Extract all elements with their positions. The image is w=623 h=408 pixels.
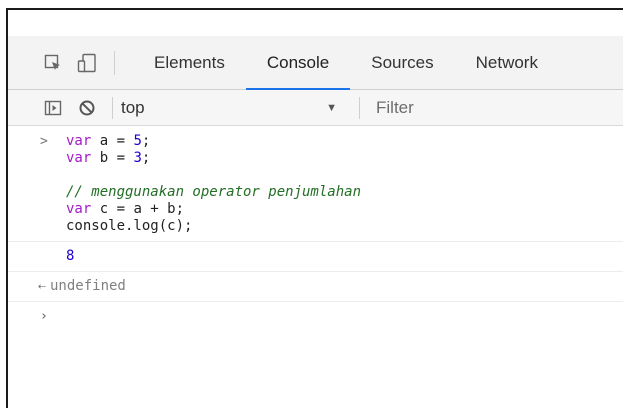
active-prompt-icon: ›	[40, 309, 48, 324]
tab-elements[interactable]: Elements	[133, 36, 246, 89]
code-token: a =	[91, 133, 134, 149]
tab-network-label: Network	[475, 52, 538, 72]
devtools-tab-bar: Elements Console Sources Network	[8, 36, 623, 90]
tab-network[interactable]: Network	[455, 36, 559, 89]
context-select-value: top	[121, 97, 145, 117]
number-token: 3	[133, 150, 142, 166]
show-sidebar-icon[interactable]	[36, 90, 70, 126]
code-token: b =	[91, 150, 134, 166]
code-token: ;	[141, 150, 151, 166]
filter-input[interactable]	[368, 96, 558, 119]
console-return-message: ⇠ undefined	[8, 272, 623, 302]
inspect-element-icon[interactable]	[36, 36, 70, 89]
device-toolbar-icon[interactable]	[70, 36, 104, 89]
return-arrow-icon: ⇠	[38, 279, 46, 294]
log-output-value: 8	[66, 248, 75, 264]
tab-console-label: Console	[266, 52, 330, 72]
devtools-window: Elements Console Sources Network top ▼ F…	[6, 8, 623, 408]
console-output: > var a = 5; var b = 3; // menggunakan o…	[8, 127, 623, 331]
code-token: console.log(c);	[66, 218, 193, 234]
number-token: 5	[133, 133, 142, 149]
tab-sources-label: Sources	[371, 52, 434, 72]
code-line-1: var a = 5;	[66, 133, 623, 150]
code-token: ;	[141, 133, 151, 149]
tab-elements-label: Elements	[154, 52, 225, 72]
toolbar-divider-2	[359, 96, 360, 119]
console-input-field[interactable]	[66, 308, 623, 325]
keyword-token: var	[66, 133, 92, 149]
code-line-5: var c = a + b;	[66, 201, 623, 218]
comment-token: // menggunakan operator penjumlahan	[66, 184, 362, 200]
keyword-token: var	[66, 201, 92, 217]
console-log-message: 8	[8, 242, 623, 272]
javascript-context-select[interactable]: top ▼	[121, 90, 351, 126]
code-token: c = a + b;	[91, 201, 185, 217]
keyword-token: var	[66, 150, 92, 166]
toolbar-divider	[112, 96, 113, 119]
return-value: undefined	[50, 278, 126, 294]
tab-sources[interactable]: Sources	[350, 36, 454, 89]
console-input-message: > var a = 5; var b = 3; // menggunakan o…	[8, 127, 623, 242]
input-prompt-icon: >	[40, 134, 48, 149]
clear-console-icon[interactable]	[70, 90, 104, 126]
code-line-comment: // menggunakan operator penjumlahan	[66, 184, 623, 201]
dropdown-arrow-icon: ▼	[326, 101, 337, 114]
console-toolbar: top ▼	[8, 90, 623, 126]
tab-bar-divider	[114, 50, 115, 75]
tab-console[interactable]: Console	[245, 36, 351, 90]
code-line-2: var b = 3;	[66, 150, 623, 167]
code-line-6: console.log(c);	[66, 218, 623, 235]
console-prompt-row[interactable]: ›	[8, 302, 623, 331]
